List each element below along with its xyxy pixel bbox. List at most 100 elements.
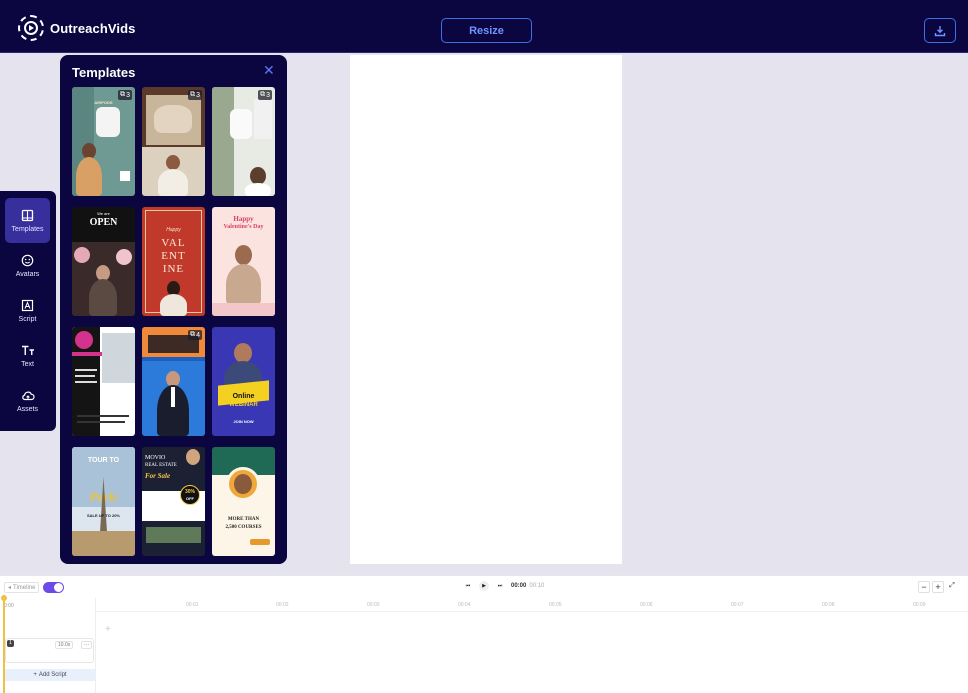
template-text: JOIN NOW xyxy=(233,419,254,424)
timeline-icon: ◂ xyxy=(8,585,12,591)
zoom-out-button[interactable]: − xyxy=(918,581,930,593)
skip-forward-icon[interactable]: ⏭ xyxy=(495,581,505,591)
template-text: AIRPODS xyxy=(94,100,113,105)
timeline-toggle[interactable] xyxy=(43,582,64,593)
rail-item-assets[interactable]: Assets xyxy=(5,378,50,423)
cloud-icon xyxy=(21,389,35,403)
template-text: Happy xyxy=(166,227,181,233)
layers-badge: ⧉ 4 xyxy=(188,330,202,340)
timeline-tracks-panel: 0:00 1 10.0s ··· + Add Script xyxy=(0,598,96,693)
download-button[interactable] xyxy=(924,18,956,43)
template-text: MORE THAN xyxy=(227,517,260,522)
badge-count: 3 xyxy=(126,91,130,99)
rail-item-label: Text xyxy=(21,360,34,368)
left-rail: Templates Avatars Script Text Assets xyxy=(0,191,56,431)
badge-count: 3 xyxy=(196,91,200,99)
template-text: For Sale xyxy=(145,472,171,480)
ruler-tick: 00:06 xyxy=(640,602,653,608)
template-card[interactable]: Happy VAL ENT INE xyxy=(142,207,205,316)
template-text: Online xyxy=(232,393,255,400)
logo[interactable]: OutreachVids xyxy=(18,15,136,41)
layers-icon: ⧉ xyxy=(120,91,126,98)
template-card[interactable] xyxy=(72,327,135,436)
badge-count: 3 xyxy=(266,91,270,99)
zoom-in-button[interactable]: + xyxy=(932,581,944,593)
add-script-label: Add Script xyxy=(38,672,67,678)
add-track-icon[interactable]: + xyxy=(105,624,111,635)
rail-item-text[interactable]: Text xyxy=(5,333,50,378)
scene-duration[interactable]: 10.0s xyxy=(55,641,74,649)
template-card[interactable]: MORE THAN 2,500 COURSES xyxy=(212,447,275,556)
ruler-tick: 00:09 xyxy=(913,602,926,608)
ruler-tick: 00:07 xyxy=(731,602,744,608)
timeline-ruler: 00:01 00:02 00:03 00:04 00:05 00:06 00:0… xyxy=(96,600,968,612)
app-name: OutreachVids xyxy=(50,20,136,36)
close-icon[interactable]: ✕ xyxy=(263,63,275,77)
scene-card[interactable]: 1 10.0s ··· xyxy=(5,638,94,663)
layers-badge: ⧉ 3 xyxy=(258,90,272,100)
ruler-tick: 00:03 xyxy=(367,602,380,608)
ruler-tick: 00:01 xyxy=(186,602,199,608)
rail-item-templates[interactable]: Templates xyxy=(5,198,50,243)
timeline-toolbar: ◂ Timeline ⏮ ▶ ⏭ 00:00 00:10 − + ⤢ xyxy=(0,576,968,598)
script-icon xyxy=(21,299,35,313)
layers-icon: ⧉ xyxy=(190,91,196,98)
rail-item-script[interactable]: Script xyxy=(5,288,50,333)
rail-item-avatars[interactable]: Avatars xyxy=(5,243,50,288)
rail-item-label: Assets xyxy=(16,405,38,413)
rail-item-label: Templates xyxy=(11,225,44,233)
template-card[interactable]: Online WEBINAR JOIN NOW xyxy=(212,327,275,436)
avatar-icon xyxy=(21,254,35,268)
ruler-tick: 00:05 xyxy=(549,602,562,608)
template-card[interactable]: Happy Valentine's Day xyxy=(212,207,275,316)
add-script-button[interactable]: + Add Script xyxy=(5,669,95,681)
timeline-label: Timeline xyxy=(13,584,36,591)
template-card[interactable]: ⧉ 3 xyxy=(142,87,205,196)
ruler-tick: 00:08 xyxy=(822,602,835,608)
resize-button[interactable]: Resize xyxy=(441,18,532,43)
playhead-handle[interactable] xyxy=(1,595,7,601)
template-grid: AIRPODS ⧉ 3 ⧉ 3 ⧉ 3 We are OPEN Happy VA… xyxy=(72,87,275,556)
skip-back-icon[interactable]: ⏮ xyxy=(463,581,473,591)
badge-count: 4 xyxy=(196,331,200,339)
template-card[interactable]: ⧉ 4 xyxy=(142,327,205,436)
layers-icon: ⧉ xyxy=(190,331,196,338)
template-card[interactable]: ⧉ 3 xyxy=(212,87,275,196)
video-canvas[interactable] xyxy=(350,55,622,564)
layers-badge: ⧉ 3 xyxy=(118,90,132,100)
template-text: TOUR TO xyxy=(87,457,120,464)
ruler-start: 0:00 xyxy=(4,603,14,609)
template-text: ENT xyxy=(161,250,186,262)
ruler-tick: 00:02 xyxy=(276,602,289,608)
template-text: WEBINAR xyxy=(229,402,258,408)
top-bar: OutreachVids Resize xyxy=(0,0,968,53)
timeline: ◂ Timeline ⏮ ▶ ⏭ 00:00 00:10 − + ⤢ 0:00 1… xyxy=(0,575,968,693)
template-card[interactable]: AIRPODS ⧉ 3 xyxy=(72,87,135,196)
more-icon[interactable]: ··· xyxy=(81,641,92,649)
template-card[interactable]: MOVIO REAL ESTATE For Sale 30% OFF xyxy=(142,447,205,556)
layers-icon: ⧉ xyxy=(260,91,266,98)
timeline-tab[interactable]: ◂ Timeline xyxy=(4,582,40,593)
template-text: VAL xyxy=(161,237,186,249)
template-text: Valentine's Day xyxy=(223,224,264,230)
template-text: OFF xyxy=(186,496,194,501)
fit-icon[interactable]: ⤢ xyxy=(946,581,958,593)
scene-number: 1 xyxy=(7,640,14,647)
time-current: 00:00 xyxy=(511,583,527,589)
template-text: 30% xyxy=(184,489,195,495)
panel-title: Templates xyxy=(72,65,136,80)
zoom-controls: − + ⤢ xyxy=(918,581,958,593)
template-text: 2,500 COURSES xyxy=(225,525,262,530)
templates-panel: Templates ✕ AIRPODS ⧉ 3 ⧉ 3 ⧉ 3 We are O… xyxy=(60,55,287,564)
play-icon[interactable]: ▶ xyxy=(479,581,489,591)
template-card[interactable]: We are OPEN xyxy=(72,207,135,316)
template-text: We are xyxy=(97,211,110,216)
plus-icon: + xyxy=(33,672,37,678)
text-icon xyxy=(21,344,35,358)
playhead[interactable] xyxy=(3,597,5,693)
template-text: INE xyxy=(162,263,185,275)
template-card[interactable]: TOUR TO Paris SALE UP TO 20% xyxy=(72,447,135,556)
template-text: Happy xyxy=(233,215,254,223)
template-text: SALE UP TO 20% xyxy=(87,513,120,518)
template-text: OPEN xyxy=(89,217,118,228)
